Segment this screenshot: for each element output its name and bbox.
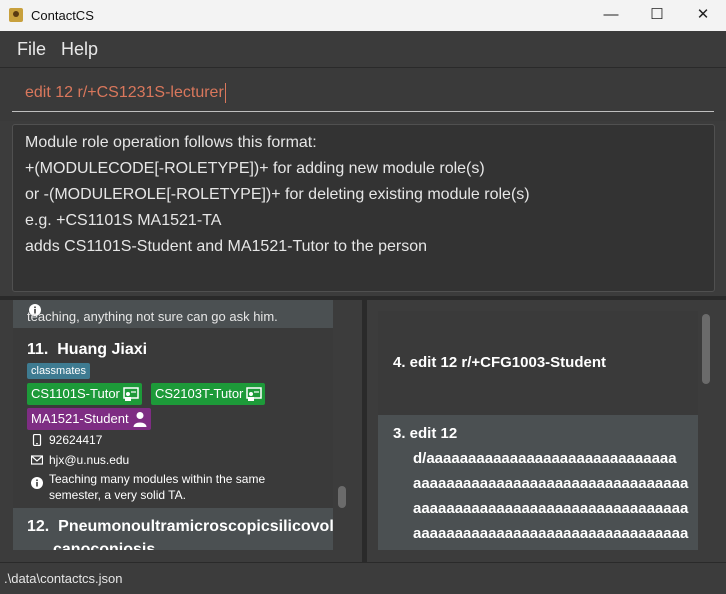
role-badge-tutor: CS2103T-Tutor [151, 383, 266, 405]
maximize-button[interactable]: ☐ [634, 0, 680, 31]
window-title: ContactCS [31, 8, 94, 23]
menu-file[interactable]: File [17, 39, 46, 60]
save-file-path: .\data\contactcs.json [4, 571, 123, 586]
student-icon [133, 412, 147, 427]
email-text: hjx@u.nus.edu [49, 453, 130, 467]
result-display: Module role operation follows this forma… [12, 124, 715, 292]
role-label: CS2103T-Tutor [155, 386, 244, 401]
person-card-next[interactable]: 12. Pneumonoultramicroscopicsilicovol ca… [13, 508, 333, 550]
history-item-text: d/aaaaaaaaaaaaaaaaaaaaaaaaaaaaaa [413, 450, 677, 467]
person-index: 11. [27, 341, 49, 358]
person-card-previous[interactable]: teaching, anything not sure can go ask h… [13, 300, 333, 328]
command-input[interactable]: edit 12 r/+CS1231S-lecturer [25, 83, 226, 103]
result-line-5: adds CS1101S-Student and MA1521-Tutor to… [25, 238, 428, 255]
description-line-1: Teaching many modules within the same [49, 472, 266, 486]
command-box[interactable]: edit 12 r/+CS1231S-lecturer [0, 67, 726, 121]
history-item-selected[interactable]: 3. edit 12 d/aaaaaaaaaaaaaaaaaaaaaaaaaaa… [378, 415, 698, 550]
tag-badge: classmates [27, 363, 91, 379]
person-list[interactable]: teaching, anything not sure can go ask h… [13, 300, 333, 550]
tutor-icon [123, 387, 139, 401]
app-icon [9, 8, 23, 22]
text-cursor [224, 83, 226, 103]
person-name: 12. Pneumonoultramicroscopicsilicovol [27, 518, 333, 536]
result-line-4: e.g. +CS1101S MA1521-TA [25, 212, 222, 229]
description-line-2: semester, a very solid TA. [49, 488, 186, 502]
phone-text: 92624417 [49, 433, 103, 447]
status-bar: .\data\contactcs.json [0, 562, 726, 594]
result-line-2: +(MODULECODE[-ROLETYPE])+ for adding new… [25, 160, 485, 177]
email-icon [31, 455, 43, 465]
menu-help[interactable]: Help [61, 39, 98, 60]
history-item-text: aaaaaaaaaaaaaaaaaaaaaaaaaaaaaaaaa [413, 500, 689, 517]
command-input-text: edit 12 r/+CS1231S-lecturer [25, 84, 224, 102]
person-card-selected[interactable]: 11. Huang Jiaxi classmates CS1101S-Tutor… [13, 328, 333, 508]
person-name-text: Huang Jiaxi [57, 341, 148, 358]
close-button[interactable]: ✕ [680, 0, 726, 31]
person-index: 12. [27, 518, 50, 535]
command-underline [12, 111, 714, 112]
history-scroll-thumb[interactable] [702, 314, 710, 384]
role-badge-student: MA1521-Student [27, 408, 151, 430]
person-name-text: Pneumonoultramicroscopicsilicovol [58, 518, 333, 535]
minimize-button[interactable]: — [588, 0, 634, 31]
menu-bar: File Help [0, 31, 726, 67]
role-label: CS1101S-Tutor [31, 386, 120, 401]
person-name: 11. Huang Jiaxi [27, 341, 147, 359]
tutor-icon [246, 387, 263, 401]
history-item-text: 4. edit 12 r/+CFG1003-Student [393, 354, 606, 371]
previous-description: teaching, anything not sure can go ask h… [27, 309, 278, 324]
history-item-text: aaaaaaaaaaaaaaaaaaaaaaaaaaaaaaaaa [413, 525, 689, 542]
person-list-scroll-thumb[interactable] [338, 486, 346, 508]
role-label: MA1521-Student [31, 411, 129, 426]
info-icon [31, 477, 43, 489]
history-item[interactable]: 4. edit 12 r/+CFG1003-Student [378, 311, 698, 415]
phone-icon [32, 434, 42, 446]
result-line-1: Module role operation follows this forma… [25, 134, 317, 151]
title-bar: ContactCS — ☐ ✕ [0, 0, 726, 31]
person-list-scrollbar[interactable] [336, 300, 346, 550]
history-item-text: 3. edit 12 [393, 425, 458, 442]
command-history-list[interactable]: 4. edit 12 r/+CFG1003-Student 3. edit 12… [378, 311, 698, 550]
result-line-3: or -(MODULEROLE[-ROLETYPE])+ for deletin… [25, 186, 530, 203]
history-item-text: aaaaaaaaaaaaaaaaaaaaaaaaaaaaaaaaa [413, 475, 689, 492]
role-badge-tutor: CS1101S-Tutor [27, 383, 142, 405]
person-name-continued: canoconiosis [53, 541, 156, 550]
